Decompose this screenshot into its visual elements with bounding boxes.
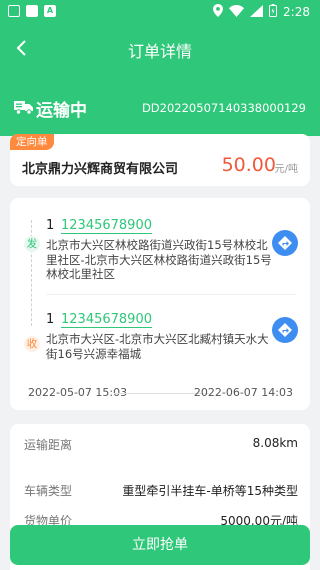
order-status: 运输中	[36, 101, 87, 121]
detail-value: 重型牵引半挂车-单桥等15种类型	[122, 484, 298, 498]
divider	[46, 294, 296, 295]
time-range: 2022-05-07 15:03 2022-06-07 14:03	[28, 386, 293, 402]
sender-count: 1	[46, 218, 55, 233]
battery-icon	[269, 4, 278, 20]
wifi-icon	[229, 4, 245, 20]
order-type-tag: 定向单	[10, 134, 54, 150]
truck-icon	[14, 101, 33, 115]
price-value: 50.00	[221, 154, 276, 176]
sender-badge: 发	[24, 236, 40, 252]
price-unit: 元/吨	[274, 164, 298, 175]
sender-phone[interactable]: 12345678900	[61, 219, 152, 234]
order-summary-card: 定向单 北京鼎力兴辉商贸有限公司 50.00 元/吨	[10, 134, 310, 186]
signal-icon	[250, 4, 264, 20]
receiver-address: 北京市大兴区-北京市大兴区北臧村镇天水大街16号兴源幸福城	[46, 332, 269, 361]
page-title: 订单详情	[127, 42, 192, 61]
notification-a-icon: A	[44, 5, 56, 17]
receiver-badge: 收	[24, 336, 40, 352]
detail-value: 8.08km	[252, 436, 298, 450]
route-card: 发 1 12345678900 北京市大兴区林校路街道兴政街15号林校北里社区-…	[10, 198, 310, 410]
sender-navigate-button[interactable]	[272, 230, 298, 256]
receiver-navigate-button[interactable]	[272, 317, 298, 343]
navigation-icon	[278, 323, 292, 337]
detail-label: 运输距离	[24, 438, 73, 452]
receiver-phone[interactable]: 12345678900	[61, 313, 152, 328]
status-bar: A 2:28	[0, 0, 320, 24]
company-name: 北京鼎力兴辉商贸有限公司	[22, 162, 179, 177]
grab-order-button[interactable]: 立即抢单	[10, 525, 310, 565]
clock-text: 2:28	[283, 5, 310, 19]
location-icon	[213, 4, 224, 20]
start-time: 2022-05-07 15:03	[28, 386, 128, 399]
detail-label: 车辆类型	[24, 484, 73, 498]
navigation-icon	[278, 236, 292, 250]
sender-address: 北京市大兴区林校路街道兴政街15号林校北里社区-北京市大兴区林校路街道兴政街15…	[46, 238, 272, 281]
notification-icon	[26, 5, 38, 17]
receiver-count: 1	[46, 312, 55, 327]
header: 订单详情 运输中 DD20220507140338000129	[0, 24, 320, 136]
end-time: 2022-06-07 14:03	[193, 386, 293, 399]
notification-icon	[8, 5, 20, 17]
order-number: DD20220507140338000129	[141, 101, 306, 115]
